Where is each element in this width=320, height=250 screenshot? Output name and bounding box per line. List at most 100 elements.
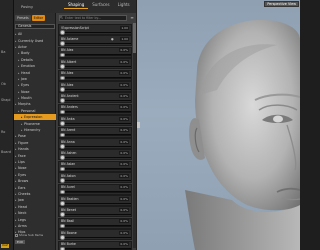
slider-knob[interactable]: [60, 246, 65, 250]
morph-slider[interactable]: BN Arent 0.0%: [58, 126, 132, 138]
morph-slider[interactable]: BN Anka 0.0%: [58, 115, 132, 127]
tab-surfaces[interactable]: Surfaces: [88, 1, 113, 9]
slider-knob[interactable]: [60, 223, 65, 229]
slider-track[interactable]: [65, 54, 131, 56]
slider-track[interactable]: [65, 145, 131, 147]
slider-knob[interactable]: [60, 98, 65, 103]
morph-slider[interactable]: BN Aclame 1.00 ●: [58, 35, 132, 47]
morph-slider[interactable]: BN Bastien 0.0%: [58, 195, 132, 206]
slider-knob[interactable]: [60, 75, 65, 81]
slider-track[interactable]: [65, 156, 131, 159]
strip-label-4[interactable]: Board: [1, 150, 11, 154]
slider-track[interactable]: [65, 168, 131, 170]
slider-track[interactable]: [65, 111, 131, 113]
morph-slider[interactable]: !ExpressionScript 1.00: [58, 24, 132, 35]
strip-label-1[interactable]: Ob: [1, 82, 6, 86]
slider-knob[interactable]: [60, 144, 65, 149]
slider-knob[interactable]: [60, 132, 65, 138]
slider-value[interactable]: 0.0%: [119, 162, 129, 167]
morph-slider[interactable]: BN Alex 0.0%: [58, 46, 132, 58]
slider-knob[interactable]: [60, 178, 65, 183]
show-sub-items-checkbox[interactable]: Show Sub Items: [15, 233, 55, 237]
slider-knob[interactable]: [60, 30, 65, 35]
filter-input[interactable]: Enter text to filter by...: [59, 15, 127, 21]
morph-slider[interactable]: BN Aslan 0.0%: [58, 160, 132, 172]
slider-value[interactable]: 1.00: [120, 25, 129, 30]
slider-track[interactable]: [65, 99, 131, 102]
tab-posing[interactable]: Posing: [18, 4, 36, 10]
checkbox-icon[interactable]: [15, 233, 18, 237]
slider-value[interactable]: 0.0%: [119, 82, 129, 87]
slider-value[interactable]: 0.0%: [119, 128, 129, 133]
strip-label-2[interactable]: Shapi: [1, 98, 10, 102]
slider-value[interactable]: 0.0%: [119, 219, 129, 224]
slider-value[interactable]: 0.0%: [119, 173, 129, 178]
morph-slider[interactable]: BN Basil 0.0%: [58, 217, 132, 229]
lock-icon[interactable]: ●: [111, 37, 114, 41]
morph-slider[interactable]: BN Alex 0.0%: [58, 69, 132, 81]
slider-knob[interactable]: [60, 189, 65, 195]
edit-button[interactable]: Edit: [15, 240, 25, 244]
morph-slider[interactable]: BN Aston 0.0%: [58, 172, 132, 184]
slider-value[interactable]: 0.0%: [119, 105, 129, 110]
camera-label[interactable]: Perspective View: [264, 1, 299, 7]
slider-value[interactable]: 0.0%: [119, 196, 129, 201]
morph-slider[interactable]: BN Benet 0.0%: [58, 206, 132, 218]
slider-value[interactable]: 0.0%: [119, 207, 129, 212]
slider-value[interactable]: 0.0%: [119, 71, 129, 76]
slider-track[interactable]: [65, 88, 131, 90]
slider-value[interactable]: 0.0%: [119, 59, 129, 64]
morph-slider[interactable]: BN Burke 0.0%: [58, 240, 132, 250]
morph-slider[interactable]: BN Ashen 0.0%: [58, 149, 132, 161]
slider-value[interactable]: 0.0%: [119, 139, 129, 144]
pane-resize-handle[interactable]: [137, 122, 140, 128]
slider-knob[interactable]: [60, 64, 65, 69]
slider-track[interactable]: [65, 213, 131, 216]
strip-label-0[interactable]: Ba: [1, 50, 5, 54]
slider-knob[interactable]: [60, 166, 65, 172]
slider-knob[interactable]: [60, 41, 65, 46]
slider-track[interactable]: [65, 42, 131, 45]
morph-slider[interactable]: BN Ancient 0.0%: [58, 92, 132, 104]
slider-value[interactable]: 0.0%: [119, 150, 129, 155]
slider-track[interactable]: [65, 202, 131, 204]
slider-value[interactable]: 0.0%: [119, 242, 129, 247]
morph-slider[interactable]: BN Anders 0.0%: [58, 103, 132, 115]
slider-value[interactable]: 0.0%: [119, 230, 129, 235]
figure-select[interactable]: Genesis: [15, 24, 55, 29]
morph-slider[interactable]: BN Anna 0.0%: [58, 138, 132, 149]
tab-shaping[interactable]: Shaping: [64, 1, 89, 9]
slider-value[interactable]: 0.0%: [119, 48, 129, 53]
menu-icon[interactable]: ≡: [129, 15, 135, 21]
slider-knob[interactable]: [60, 109, 65, 115]
slider-track[interactable]: [65, 122, 131, 125]
morph-slider[interactable]: BN Aurel 0.0%: [58, 183, 132, 195]
slider-knob[interactable]: [60, 52, 65, 58]
slider-value[interactable]: 0.0%: [119, 93, 129, 98]
slider-knob[interactable]: [60, 235, 65, 240]
slider-track[interactable]: [65, 248, 131, 250]
slider-track[interactable]: [65, 179, 131, 182]
presets-toggle[interactable]: Presets: [15, 15, 31, 21]
morph-slider[interactable]: BN Boone 0.0%: [58, 229, 132, 241]
slider-knob[interactable]: [60, 212, 65, 217]
slider-knob[interactable]: [60, 121, 65, 126]
slider-track[interactable]: [65, 134, 131, 136]
slider-value[interactable]: 0.0%: [119, 116, 129, 121]
3d-viewport[interactable]: Perspective View: [137, 0, 300, 250]
slider-track[interactable]: [65, 225, 131, 227]
scrollbar[interactable]: [133, 23, 136, 248]
slider-value[interactable]: 0.0%: [119, 185, 129, 190]
morph-slider[interactable]: BN Albert 0.0%: [58, 58, 132, 70]
slider-track[interactable]: [65, 65, 131, 68]
slider-track[interactable]: [65, 236, 131, 239]
slider-track[interactable]: [65, 31, 131, 33]
scroll-thumb[interactable]: [133, 23, 136, 53]
slider-knob[interactable]: [60, 87, 65, 92]
strip-label-3[interactable]: Ro: [1, 130, 5, 134]
slider-value[interactable]: 1.00: [120, 36, 129, 41]
morph-slider[interactable]: BN Alex 0.0%: [58, 81, 132, 92]
editor-toggle[interactable]: Editor: [31, 15, 46, 21]
slider-track[interactable]: [65, 77, 131, 79]
slider-knob[interactable]: [60, 201, 65, 206]
